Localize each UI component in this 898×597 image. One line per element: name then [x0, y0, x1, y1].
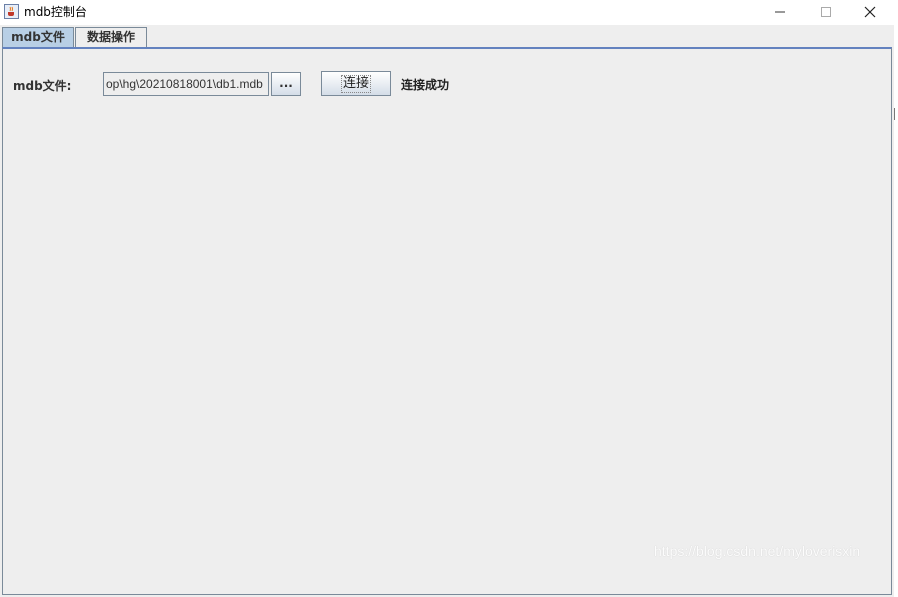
maximize-button[interactable]	[804, 0, 850, 25]
tab-data-operations[interactable]: 数据操作	[75, 27, 147, 47]
file-label: mdb文件:	[13, 79, 72, 93]
window-content: mdb文件 数据操作 mdb文件: op\hg\20210818001\db1.…	[0, 25, 894, 597]
file-path-value: op\hg\20210818001\db1.mdb	[106, 77, 263, 91]
close-icon	[864, 6, 876, 18]
window-title: mdb控制台	[24, 5, 87, 19]
file-path-field[interactable]: op\hg\20210818001\db1.mdb	[103, 72, 269, 96]
edge-mark	[894, 108, 898, 120]
connect-button-label: 连接	[340, 75, 371, 93]
minimize-button[interactable]	[758, 0, 804, 25]
status-text: 连接成功	[401, 78, 450, 92]
tab-mdb-file[interactable]: mdb文件	[2, 27, 74, 47]
connect-button[interactable]: 连接	[321, 71, 391, 96]
maximize-icon	[821, 7, 831, 17]
minimize-icon	[775, 11, 785, 13]
java-cup-icon	[4, 4, 19, 19]
watermark: https://blog.csdn.net/myloverisxin	[654, 543, 861, 559]
title-bar: mdb控制台	[0, 0, 898, 25]
tab-panel: mdb文件: op\hg\20210818001\db1.mdb ... 连接 …	[2, 47, 892, 595]
close-button[interactable]	[848, 0, 894, 25]
browse-button[interactable]: ...	[271, 72, 301, 96]
